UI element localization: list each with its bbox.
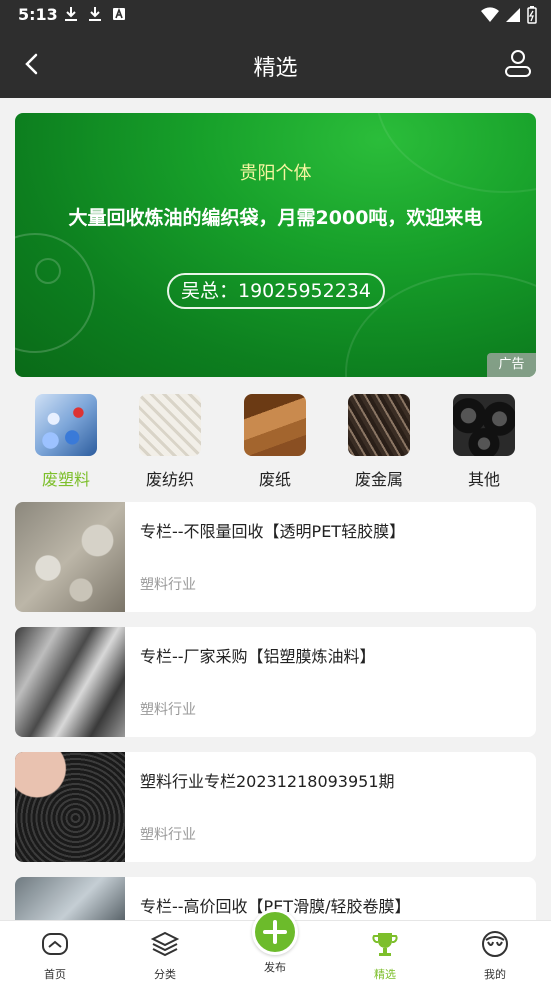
article-tag: 塑料行业 — [140, 577, 196, 593]
trophy-icon — [372, 933, 398, 956]
layers-icon — [150, 931, 180, 957]
category-label: 废纺织 — [145, 470, 194, 489]
category-label: 其他 — [467, 470, 500, 489]
tab-category[interactable]: 分类 — [125, 929, 205, 981]
status-time: 5:13 — [18, 5, 58, 24]
app-header: 精选 — [0, 30, 551, 98]
article-tag: 塑料行业 — [140, 702, 196, 718]
tab-home[interactable]: 首页 — [15, 929, 95, 981]
category-metal[interactable]: 废金属 — [339, 394, 419, 490]
category-other[interactable]: 其他 — [444, 394, 524, 490]
battery-icon — [527, 6, 537, 24]
article-card[interactable]: 专栏--厂家采购【铝塑膜炼油料】 塑料行业 — [15, 627, 536, 737]
article-card[interactable]: 专栏--不限量回收【透明PET轻胶膜】 塑料行业 — [15, 502, 536, 612]
article-card[interactable]: 塑料行业专栏20231218093951期 塑料行业 — [15, 752, 536, 862]
signal-icon — [506, 8, 520, 22]
banner-subtitle: 贵阳个体 — [239, 163, 312, 184]
font-icon — [113, 7, 125, 20]
textile-image — [139, 394, 201, 456]
tab-label: 精选 — [374, 968, 396, 981]
page-title: 精选 — [253, 56, 298, 81]
plus-icon — [263, 920, 287, 944]
tires-image — [453, 394, 515, 456]
user-icon[interactable] — [503, 48, 533, 78]
banner-contact: 吴总：19025952234 — [167, 273, 385, 309]
category-label: 废塑料 — [41, 470, 90, 489]
ad-badge: 广告 — [487, 353, 536, 377]
article-image — [15, 627, 125, 737]
article-image — [15, 502, 125, 612]
article-image — [15, 752, 125, 862]
tab-mine[interactable]: 我的 — [455, 929, 535, 981]
tab-label: 我的 — [484, 968, 506, 981]
publish-button[interactable] — [252, 909, 298, 955]
download-icon — [89, 7, 101, 21]
category-label: 废纸 — [258, 470, 291, 489]
download-icon — [65, 7, 77, 21]
article-title: 专栏--不限量回收【透明PET轻胶膜】 — [140, 522, 406, 541]
category-paper[interactable]: 废纸 — [235, 394, 315, 490]
profile-icon — [482, 931, 508, 957]
home-icon — [42, 933, 68, 955]
tab-label: 首页 — [44, 968, 66, 981]
paper-image — [244, 394, 306, 456]
category-label: 废金属 — [354, 470, 403, 489]
tab-featured[interactable]: 精选 — [345, 929, 425, 981]
category-textile[interactable]: 废纺织 — [130, 394, 210, 490]
article-tag: 塑料行业 — [140, 827, 196, 843]
tab-label: 分类 — [154, 968, 176, 981]
status-bar: 5:13 — [0, 0, 551, 30]
metal-image — [348, 394, 410, 456]
article-title: 专栏--厂家采购【铝塑膜炼油料】 — [140, 647, 376, 666]
banner-headline: 大量回收炼油的编织袋，月需2000吨，欢迎来电 — [68, 207, 483, 229]
category-plastic[interactable]: 废塑料 — [26, 394, 106, 490]
category-row: 废塑料 废纺织 废纸 废金属 其他 — [0, 394, 551, 490]
article-title: 塑料行业专栏20231218093951期 — [140, 772, 395, 791]
tab-publish-label: 发布 — [264, 961, 286, 974]
plastic-image — [35, 394, 97, 456]
wifi-icon — [481, 7, 499, 23]
ad-banner[interactable]: 贵阳个体 大量回收炼油的编织袋，月需2000吨，欢迎来电 吴总：19025952… — [15, 113, 536, 377]
